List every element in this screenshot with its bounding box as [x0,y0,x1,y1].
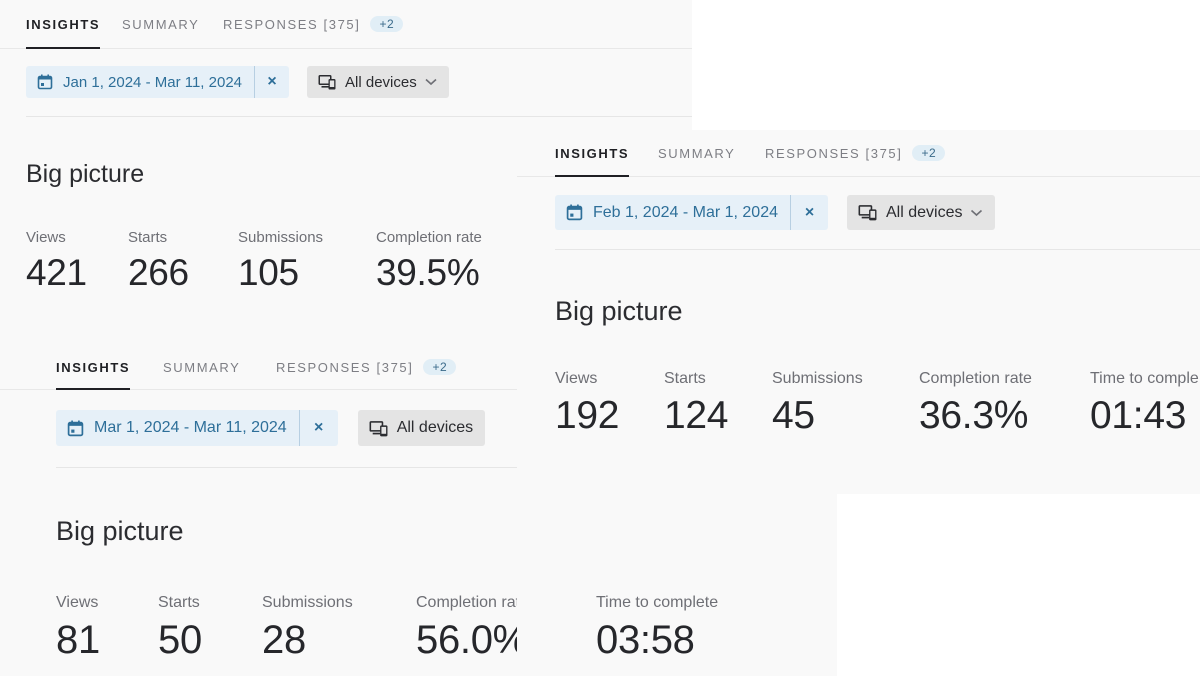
section-title: Big picture [56,516,184,546]
tab-summary[interactable]: SUMMARY [658,130,735,176]
metric-starts: Starts 266 [128,229,189,293]
insights-panel-mar-extension: Time to complete 03:58 [517,494,837,676]
metric-starts: Starts 124 [664,370,729,437]
tab-summary[interactable]: SUMMARY [163,345,240,389]
filter-bar: Feb 1, 2024 - Mar 1, 2024 × All devices [555,195,1200,230]
tab-responses[interactable]: RESPONSES [375] +2 [765,130,946,176]
metric-submissions: Submissions 45 [772,370,863,437]
date-range-label: Mar 1, 2024 - Mar 11, 2024 [94,419,287,436]
metric-completion-rate: Completion rate 39.5% [376,229,482,293]
section-title: Big picture [555,296,683,326]
device-filter-label: All devices [886,203,963,221]
filter-bar: Jan 1, 2024 - Mar 11, 2024 × All devices [26,66,692,98]
metric-views: Views 81 [56,594,100,662]
insights-panel-feb-mar: INSIGHTS SUMMARY RESPONSES [375] +2 Feb … [517,130,1200,494]
filter-bar: Mar 1, 2024 - Mar 11, 2024 × All devices [56,410,517,446]
device-filter-dropdown[interactable]: All devices [357,410,486,446]
devices-icon [318,74,336,90]
metric-starts: Starts 50 [158,594,202,662]
section-divider [56,467,517,468]
section-divider [555,249,1200,250]
tab-responses[interactable]: RESPONSES [375] +2 [276,345,457,389]
close-icon[interactable]: × [298,410,338,446]
calendar-icon [67,420,84,436]
tab-summary[interactable]: SUMMARY [122,0,199,48]
chevron-down-icon [425,78,437,86]
device-filter-dropdown[interactable]: All devices [847,195,996,230]
date-range-button[interactable]: Mar 1, 2024 - Mar 11, 2024 [56,410,299,446]
close-icon[interactable]: × [254,66,289,98]
metric-completion-rate: Completion rate 36.3% [919,370,1032,437]
date-range-filter: Feb 1, 2024 - Mar 1, 2024 × [555,195,828,230]
tab-bar: INSIGHTS SUMMARY RESPONSES [375] +2 [517,130,1200,177]
tab-responses[interactable]: RESPONSES [375] +2 [223,0,404,48]
devices-icon [369,420,388,437]
metric-submissions: Submissions 28 [262,594,353,662]
metric-views: Views 421 [26,229,87,293]
metric-views: Views 192 [555,370,620,437]
more-tabs-badge[interactable]: +2 [370,16,404,32]
metric-completion-rate: Completion rate 56.0% [416,594,517,662]
device-filter-dropdown[interactable]: All devices [307,66,449,98]
devices-icon [858,204,877,221]
date-range-button[interactable]: Feb 1, 2024 - Mar 1, 2024 [555,195,790,230]
tab-insights[interactable]: INSIGHTS [56,345,131,390]
tab-insights[interactable]: INSIGHTS [26,0,101,49]
date-range-filter: Jan 1, 2024 - Mar 11, 2024 × [26,66,290,98]
tab-insights[interactable]: INSIGHTS [555,130,630,177]
tab-bar: INSIGHTS SUMMARY RESPONSES [375] +2 [0,345,517,390]
device-filter-label: All devices [345,73,417,91]
section-title: Big picture [26,160,145,188]
more-tabs-badge[interactable]: +2 [912,145,946,161]
tab-bar: INSIGHTS SUMMARY RESPONSES [375] +2 [0,0,692,49]
metric-time-to-complete: Time to complete 03:58 [596,594,719,662]
date-range-label: Jan 1, 2024 - Mar 11, 2024 [63,73,243,91]
device-filter-label: All devices [396,419,474,436]
section-divider [26,116,692,117]
metric-submissions: Submissions 105 [238,229,324,293]
date-range-button[interactable]: Jan 1, 2024 - Mar 11, 2024 [26,66,254,98]
more-tabs-badge[interactable]: +2 [423,359,457,375]
metric-time-to-complete: Time to comple 01:43 [1090,370,1199,437]
close-icon[interactable]: × [790,195,828,230]
date-range-label: Feb 1, 2024 - Mar 1, 2024 [593,203,778,221]
date-range-filter: Mar 1, 2024 - Mar 11, 2024 × [56,410,338,446]
insights-panel-mar: INSIGHTS SUMMARY RESPONSES [375] +2 Mar … [0,345,517,676]
calendar-icon [37,74,53,90]
calendar-icon [566,204,583,221]
chevron-down-icon [970,209,983,217]
